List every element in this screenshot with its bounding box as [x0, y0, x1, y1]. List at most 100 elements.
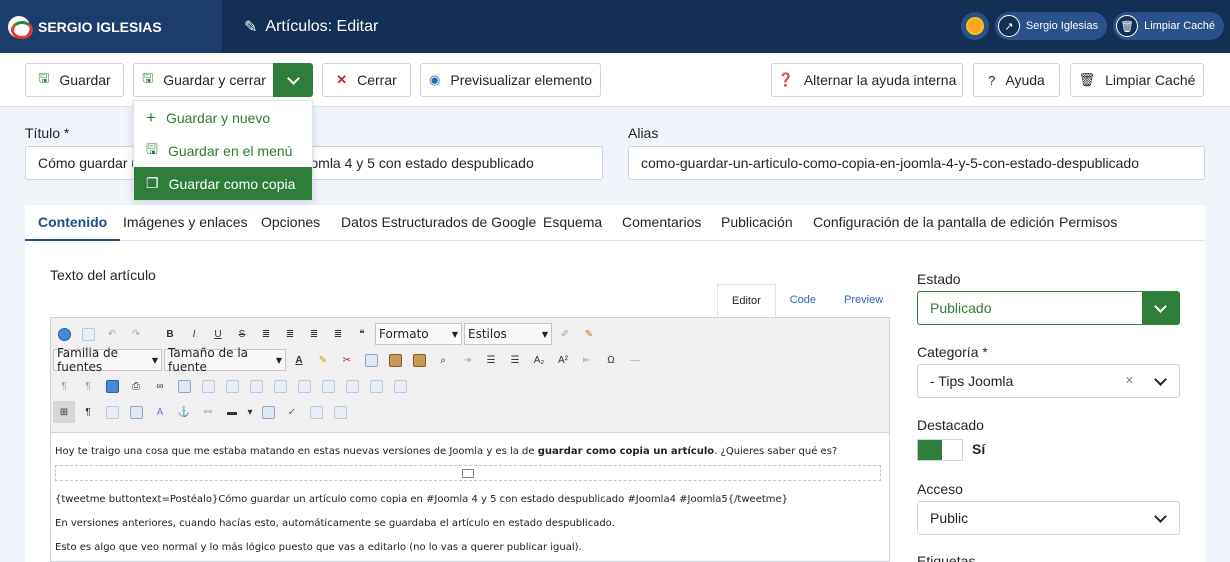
header-clear-cache-button[interactable]: 🗑 Limpiar Caché: [1113, 12, 1224, 40]
alias-input[interactable]: como-guardar-un-articulo-como-copia-en-j…: [628, 146, 1205, 180]
featured-switch[interactable]: [917, 439, 963, 461]
save-dropdown-toggle[interactable]: [273, 63, 313, 97]
spellcheck-icon[interactable]: ✓: [281, 401, 303, 423]
close-button[interactable]: ✕ Cerrar: [322, 63, 411, 97]
editor-mode-code[interactable]: Code: [776, 284, 830, 317]
new-document-icon[interactable]: [77, 323, 99, 345]
category-select[interactable]: - Tips Joomla ✕: [917, 364, 1180, 398]
save-to-menu-item[interactable]: 🖫 Guardar en el menú: [134, 134, 312, 167]
tab-edit-screen-config[interactable]: Configuración de la pantalla de edición: [813, 205, 1054, 241]
toggle-inline-help-button[interactable]: ❓ Alternar la ayuda interna: [771, 63, 963, 97]
editor-content[interactable]: Hoy te traigo una cosa que me estaba mat…: [51, 433, 889, 562]
blockquote-icon[interactable]: ❝: [351, 323, 373, 345]
unordered-list-icon[interactable]: ☰: [504, 349, 526, 371]
editor-toolbar: ↶ ↷ B I U S ≣ ≣ ≣ ≣ ❝ Formato ▼ Estilos ▼ …: [51, 318, 889, 433]
insert-col-icon[interactable]: [317, 375, 339, 397]
tab-comments[interactable]: Comentarios: [622, 205, 701, 241]
split-cells-icon[interactable]: [365, 375, 387, 397]
tab-options[interactable]: Opciones: [261, 205, 320, 241]
user-site-button[interactable]: ↗ Sergio Iglesias: [994, 12, 1108, 40]
ordered-list-icon[interactable]: ☰: [480, 349, 502, 371]
visual-aid-icon[interactable]: ⊞: [53, 401, 75, 423]
styles-icon[interactable]: A: [149, 401, 171, 423]
eraser-icon[interactable]: ✐: [554, 323, 576, 345]
access-select[interactable]: Public: [917, 501, 1180, 535]
horizontal-rule-icon[interactable]: —: [624, 349, 646, 371]
media-icon[interactable]: ▬: [221, 401, 243, 423]
tab-images-links[interactable]: Imágenes y enlaces: [123, 205, 248, 241]
preview-icon[interactable]: [257, 401, 279, 423]
rtl-icon[interactable]: ¶: [77, 375, 99, 397]
font-size-select[interactable]: Tamaño de la fuente ▼: [164, 346, 286, 374]
format-select[interactable]: Formato ▼: [375, 323, 462, 345]
outdent-icon[interactable]: ⇤: [576, 349, 598, 371]
delete-col-icon[interactable]: [341, 375, 363, 397]
help-button[interactable]: ? Ayuda: [973, 63, 1060, 97]
align-center-icon[interactable]: ≣: [279, 323, 301, 345]
align-justify-icon[interactable]: ≣: [327, 323, 349, 345]
save-close-button[interactable]: 🖫 Guardar y cerrar: [133, 63, 275, 97]
italic-icon[interactable]: I: [183, 323, 205, 345]
preview-button[interactable]: ◉ Previsualizar elemento: [420, 63, 601, 97]
subscript-icon[interactable]: A₂: [528, 349, 550, 371]
delete-row-icon[interactable]: [293, 375, 315, 397]
anchor-icon[interactable]: ⚓: [173, 401, 195, 423]
cell-props-icon[interactable]: [245, 375, 267, 397]
save-new-item[interactable]: + Guardar y nuevo: [134, 101, 312, 134]
brush-icon[interactable]: ✎: [578, 323, 600, 345]
text-color-icon[interactable]: A: [288, 349, 310, 371]
help-icon[interactable]: [53, 323, 75, 345]
binoculars-icon[interactable]: ∞: [149, 375, 171, 397]
featured-label: Destacado: [917, 417, 984, 433]
image-icon[interactable]: [125, 401, 147, 423]
ltr-icon[interactable]: ¶: [53, 375, 75, 397]
tab-structured-data[interactable]: Datos Estructurados de Google: [341, 205, 536, 241]
brand[interactable]: SERGIO IGLESIAS: [0, 0, 222, 53]
special-char-icon[interactable]: Ω: [600, 349, 622, 371]
undo-icon[interactable]: ↶: [101, 323, 123, 345]
underline-icon[interactable]: U: [207, 323, 229, 345]
superscript-icon[interactable]: A²: [552, 349, 574, 371]
show-blocks-icon[interactable]: ¶: [77, 401, 99, 423]
trash-icon: 🗑: [1078, 72, 1096, 87]
indent-icon[interactable]: ⇥: [456, 349, 478, 371]
editor-mode-preview[interactable]: Preview: [830, 284, 897, 317]
fullscreen-icon[interactable]: [101, 375, 123, 397]
font-family-select[interactable]: Familia de fuentes ▼: [53, 346, 162, 374]
tab-schema[interactable]: Esquema: [543, 205, 602, 241]
cut-icon[interactable]: ✂: [336, 349, 358, 371]
save-as-copy-item[interactable]: ❐ Guardar como copia: [134, 167, 312, 200]
highlight-icon[interactable]: ✎: [312, 349, 334, 371]
tab-content[interactable]: Contenido: [25, 205, 121, 241]
merge-cells-icon[interactable]: [389, 375, 411, 397]
tab-permissions[interactable]: Permisos: [1059, 205, 1117, 241]
status-select[interactable]: Publicado: [917, 291, 1180, 325]
unlink-icon[interactable]: ⚯: [197, 401, 219, 423]
clear-cache-button[interactable]: 🗑 Limpiar Caché: [1070, 63, 1204, 97]
readmore-icon[interactable]: [329, 401, 351, 423]
tab-publishing[interactable]: Publicación: [721, 205, 793, 241]
table-props-icon[interactable]: [197, 375, 219, 397]
table-icon[interactable]: [173, 375, 195, 397]
row-props-icon[interactable]: [221, 375, 243, 397]
redo-icon[interactable]: ↷: [125, 323, 147, 345]
copy-icon[interactable]: [360, 349, 382, 371]
paste-icon[interactable]: [384, 349, 406, 371]
media-dropdown-icon[interactable]: ▾: [245, 401, 255, 423]
save-button[interactable]: 🖫 Guardar: [25, 63, 124, 97]
theme-toggle-button[interactable]: [960, 12, 989, 40]
align-left-icon[interactable]: ≣: [255, 323, 277, 345]
clear-icon[interactable]: ✕: [1125, 374, 1134, 387]
align-right-icon[interactable]: ≣: [303, 323, 325, 345]
insert-row-icon[interactable]: [269, 375, 291, 397]
template-icon[interactable]: [101, 401, 123, 423]
search-replace-icon[interactable]: ⌕: [432, 349, 454, 371]
print-icon[interactable]: ⎙: [125, 375, 147, 397]
styles-select[interactable]: Estilos ▼: [464, 323, 552, 345]
title-input[interactable]: Cómo guardar un artículo como copia en J…: [25, 146, 603, 180]
pagebreak-icon[interactable]: [305, 401, 327, 423]
strikethrough-icon[interactable]: S: [231, 323, 253, 345]
editor-mode-editor[interactable]: Editor: [717, 284, 776, 317]
paste-text-icon[interactable]: [408, 349, 430, 371]
bold-icon[interactable]: B: [159, 323, 181, 345]
